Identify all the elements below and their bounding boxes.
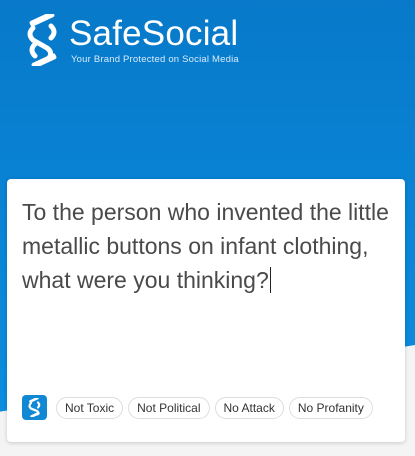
- tag-no-attack: No Attack: [214, 396, 284, 419]
- message-card: To the person who invented the little me…: [7, 179, 405, 442]
- message-text: To the person who invented the little me…: [22, 199, 389, 293]
- safesocial-logo-icon: [27, 14, 57, 66]
- safesocial-badge-icon: [22, 395, 47, 420]
- tag-not-political: Not Political: [128, 396, 210, 419]
- brand-tagline: Your Brand Protected on Social Media: [71, 54, 239, 65]
- brand-logo: SafeSocial Your Brand Protected on Socia…: [25, 14, 239, 66]
- classification-bar: Not Toxic Not Political No Attack No Pro…: [22, 395, 378, 420]
- tag-no-profanity: No Profanity: [288, 396, 373, 419]
- brand-name: SafeSocial: [69, 14, 239, 53]
- text-cursor: [269, 267, 271, 293]
- message-input[interactable]: To the person who invented the little me…: [22, 195, 392, 297]
- safesocial-badge-glyph: [28, 398, 41, 417]
- tag-not-toxic: Not Toxic: [56, 396, 124, 419]
